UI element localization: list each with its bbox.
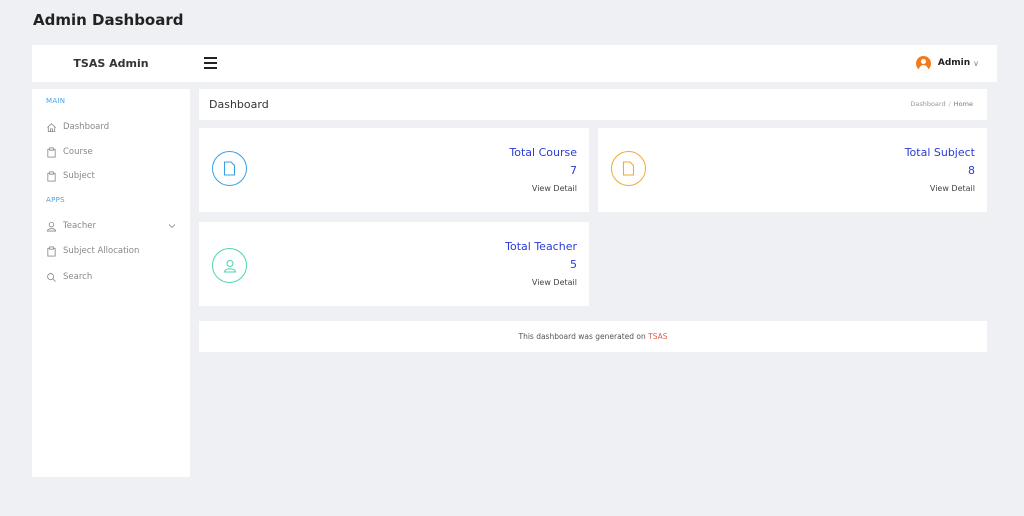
sidebar: MAIN Dashboard Course Subject APPS Teach… bbox=[32, 89, 190, 477]
breadcrumb-current: Home bbox=[953, 100, 973, 108]
sidebar-item-label: Search bbox=[63, 272, 93, 282]
sidebar-item-course[interactable]: Course bbox=[46, 145, 176, 159]
top-navbar: TSAS Admin Admin ∨ bbox=[32, 45, 997, 82]
chevron-down-icon bbox=[168, 224, 176, 229]
content-title: Dashboard bbox=[209, 98, 269, 111]
footer-text: This dashboard was generated on bbox=[518, 332, 649, 341]
sidebar-item-search[interactable]: Search bbox=[46, 270, 176, 284]
clipboard-icon bbox=[47, 147, 56, 157]
user-icon bbox=[212, 248, 247, 283]
clipboard-icon bbox=[47, 171, 56, 181]
file-icon bbox=[212, 151, 247, 186]
search-icon bbox=[47, 272, 56, 282]
home-icon bbox=[47, 122, 56, 132]
sidebar-section-apps: APPS bbox=[46, 196, 65, 204]
sidebar-item-label: Teacher bbox=[63, 221, 96, 231]
user-avatar-icon bbox=[915, 55, 931, 71]
sidebar-item-subject[interactable]: Subject bbox=[46, 169, 176, 183]
user-name: Admin bbox=[937, 58, 971, 68]
stat-value: 7 bbox=[570, 164, 577, 177]
breadcrumb-link[interactable]: Dashboard bbox=[910, 100, 945, 108]
page-heading: Admin Dashboard bbox=[33, 11, 184, 29]
dashboard-footer: This dashboard was generated on TSAS bbox=[199, 321, 987, 352]
sidebar-section-main: MAIN bbox=[46, 97, 66, 105]
user-menu[interactable]: Admin ∨ bbox=[915, 54, 979, 72]
stat-title: Total Subject bbox=[904, 146, 975, 159]
sidebar-item-subject-allocation[interactable]: Subject Allocation bbox=[46, 244, 176, 258]
stat-card-teacher: Total Teacher 5 View Detail bbox=[199, 222, 589, 306]
view-detail-link[interactable]: View Detail bbox=[930, 184, 975, 193]
clipboard-icon bbox=[47, 246, 56, 256]
sidebar-item-label: Dashboard bbox=[63, 122, 110, 132]
footer-brand-link[interactable]: TSAS bbox=[648, 332, 667, 341]
sidebar-item-label: Subject Allocation bbox=[63, 246, 140, 256]
content-header: Dashboard Dashboard / Home bbox=[199, 89, 987, 120]
stat-value: 5 bbox=[570, 258, 577, 271]
sidebar-item-label: Course bbox=[63, 147, 93, 157]
file-icon bbox=[611, 151, 646, 186]
stat-card-course: Total Course 7 View Detail bbox=[199, 128, 589, 212]
hamburger-icon[interactable] bbox=[204, 57, 217, 69]
stat-title: Total Teacher bbox=[505, 240, 577, 253]
sidebar-item-dashboard[interactable]: Dashboard bbox=[46, 120, 176, 134]
user-icon bbox=[46, 221, 57, 231]
stat-value: 8 bbox=[968, 164, 975, 177]
chevron-down-icon: ∨ bbox=[973, 58, 979, 68]
view-detail-link[interactable]: View Detail bbox=[532, 278, 577, 287]
breadcrumb-separator: / bbox=[948, 100, 951, 108]
sidebar-item-label: Subject bbox=[63, 171, 95, 181]
stat-card-subject: Total Subject 8 View Detail bbox=[598, 128, 987, 212]
breadcrumb: Dashboard / Home bbox=[910, 100, 973, 108]
sidebar-item-teacher[interactable]: Teacher bbox=[46, 219, 176, 233]
stat-title: Total Course bbox=[509, 146, 577, 159]
brand-name[interactable]: TSAS Admin bbox=[32, 45, 190, 82]
view-detail-link[interactable]: View Detail bbox=[532, 184, 577, 193]
